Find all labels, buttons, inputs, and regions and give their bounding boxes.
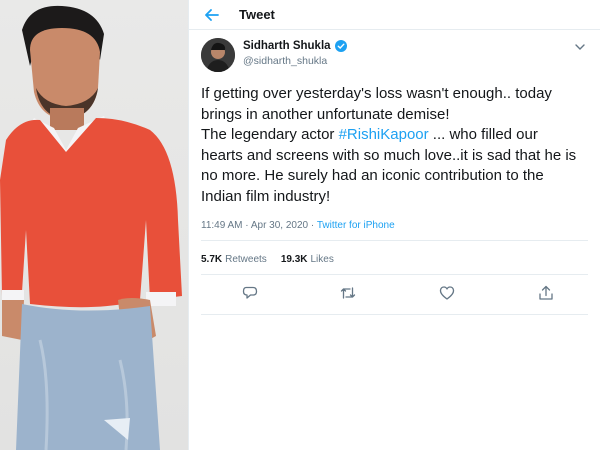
source-link[interactable]: Twitter for iPhone [317,220,395,231]
tweet-line: Indian film industry! [201,187,331,205]
tweet-text: If getting over yesterday's loss wasn't … [201,84,593,207]
author-name[interactable]: Sidharth Shukla [243,40,331,52]
verified-icon [334,40,347,52]
tweet-actions [189,285,600,305]
tweet-line: no more. He surely had an iconic contrib… [201,167,544,184]
hashtag-link[interactable]: #RishiKapoor [339,126,429,143]
divider [201,240,588,241]
tweet-stats: 5.7K Retweets 19.3K Likes [201,254,334,265]
tweet-line: The legendary actor #RishiKapoor ... who… [201,126,538,143]
divider [201,274,588,275]
back-arrow-icon[interactable] [205,8,219,22]
like-icon[interactable] [439,285,455,301]
timestamp[interactable]: 11:49 AM · Apr 30, 2020 · [201,220,317,231]
retweets-stat[interactable]: 5.7K Retweets [201,254,267,265]
tweet-line: brings in another unfortunate demise! [201,105,450,123]
share-icon[interactable] [538,285,554,301]
tweet-line: hearts and screens with so much love..it… [201,146,577,164]
avatar[interactable] [201,38,235,72]
chevron-down-icon[interactable] [574,40,586,52]
tweet-line: If getting over yesterday's loss wasn't … [201,85,552,102]
author-handle[interactable]: @sidharth_shukla [243,55,347,67]
tweet-header: Tweet [189,0,600,30]
divider [201,314,588,315]
tweet-meta: 11:49 AM · Apr 30, 2020 · Twitter for iP… [201,220,395,231]
page-title: Tweet [239,7,275,22]
tweet-author: Sidharth Shukla @sidharth_shukla [201,38,588,72]
tweet-panel: Tweet Sidharth Shukla @sidharth_shukla I… [188,0,600,450]
retweet-icon[interactable] [340,285,356,301]
likes-stat[interactable]: 19.3K Likes [281,254,334,265]
profile-photo [0,0,188,450]
reply-icon[interactable] [242,285,258,301]
